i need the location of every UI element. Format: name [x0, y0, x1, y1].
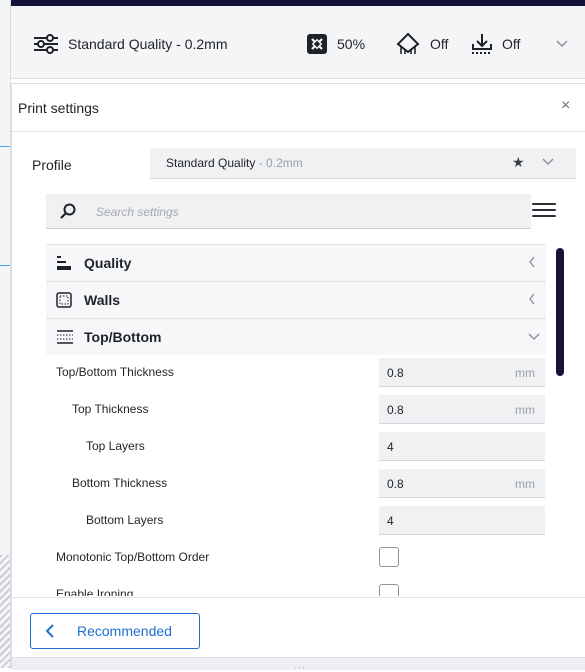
- chevron-left-icon: [528, 293, 536, 308]
- close-icon[interactable]: ×: [561, 97, 570, 115]
- star-icon[interactable]: ★: [512, 154, 525, 171]
- setting-value: 0.8: [387, 477, 404, 491]
- setting-label: Top/Bottom Thickness: [56, 365, 174, 379]
- infill-icon: [306, 33, 328, 55]
- profile-summary-label: Standard Quality - 0.2mm: [68, 36, 228, 52]
- enable-ironing-checkbox[interactable]: [379, 584, 399, 596]
- setting-enable-ironing: Enable Ironing: [46, 577, 546, 596]
- profile-summary[interactable]: Standard Quality - 0.2mm: [32, 32, 228, 56]
- setting-value: 0.8: [387, 366, 404, 380]
- recommended-button[interactable]: Recommended: [30, 613, 200, 649]
- setting-label: Top Layers: [86, 439, 145, 453]
- search-input[interactable]: [94, 202, 518, 222]
- setting-top-bottom-thickness: Top/Bottom Thickness 0.8 mm: [46, 355, 546, 391]
- settings-list[interactable]: Quality Walls Top/Bottom Top/Bottom Thic…: [46, 244, 546, 596]
- setting-top-thickness: Top Thickness 0.8 mm: [46, 392, 546, 428]
- chevron-down-icon: [528, 330, 540, 344]
- viewport-edge: [0, 0, 11, 668]
- header-expand-button[interactable]: [556, 32, 568, 56]
- infill-value: 50%: [337, 36, 366, 52]
- setting-label: Bottom Thickness: [72, 476, 168, 490]
- scrollbar[interactable]: [556, 248, 564, 376]
- top-bottom-thickness-input[interactable]: 0.8 mm: [379, 358, 545, 387]
- category-walls[interactable]: Walls: [46, 281, 546, 318]
- setting-label: Enable Ironing: [56, 587, 134, 596]
- category-top-bottom[interactable]: Top/Bottom: [46, 318, 546, 355]
- viewport-guide-line: [0, 146, 10, 147]
- setting-bottom-layers: Bottom Layers 4: [46, 503, 546, 539]
- search-settings-field[interactable]: [46, 194, 531, 229]
- adhesion-summary[interactable]: Off: [470, 32, 520, 56]
- search-icon: [60, 203, 76, 224]
- monotonic-order-checkbox[interactable]: [379, 547, 399, 567]
- support-value: Off: [430, 36, 449, 52]
- bottom-layers-input[interactable]: 4: [379, 506, 545, 535]
- setting-label: Monotonic Top/Bottom Order: [56, 550, 210, 564]
- chevron-left-icon: [528, 256, 536, 271]
- profile-dropdown[interactable]: Standard Quality - 0.2mm ★: [150, 148, 576, 179]
- setting-value: 4: [387, 440, 394, 454]
- divider: [12, 131, 585, 132]
- top-thickness-input[interactable]: 0.8 mm: [379, 395, 545, 424]
- chevron-down-icon: [542, 153, 554, 176]
- setting-top-layers: Top Layers 4: [46, 429, 546, 465]
- quality-icon: [56, 255, 72, 274]
- top-layers-input[interactable]: 4: [379, 432, 545, 461]
- print-settings-panel: Print settings × Profile Standard Qualit…: [11, 83, 585, 672]
- bottom-thickness-input[interactable]: 0.8 mm: [379, 469, 545, 498]
- chevron-left-icon: [45, 623, 55, 642]
- setting-bottom-thickness: Bottom Thickness 0.8 mm: [46, 466, 546, 502]
- sliders-icon: [32, 33, 60, 55]
- profile-name: Standard Quality - 0.2mm: [166, 156, 303, 170]
- menu-icon[interactable]: [532, 199, 556, 221]
- category-label: Quality: [84, 255, 132, 271]
- print-setup-header[interactable]: Standard Quality - 0.2mm 50% Off Off: [11, 6, 585, 79]
- setting-monotonic-order: Monotonic Top/Bottom Order: [46, 540, 546, 576]
- category-label: Top/Bottom: [84, 329, 162, 345]
- recommended-label: Recommended: [77, 623, 172, 639]
- profile-label: Profile: [32, 157, 72, 173]
- profile-name-suffix: - 0.2mm: [255, 156, 303, 170]
- support-summary[interactable]: Off: [395, 32, 448, 56]
- category-quality[interactable]: Quality: [46, 244, 546, 281]
- adhesion-icon: [470, 32, 494, 56]
- setting-unit: mm: [515, 477, 535, 491]
- support-icon: [395, 32, 421, 56]
- resize-handle[interactable]: ···: [12, 657, 585, 672]
- grip-icon: ···: [294, 662, 306, 672]
- setting-label: Bottom Layers: [86, 513, 164, 527]
- walls-icon: [56, 292, 72, 311]
- infill-summary[interactable]: 50%: [306, 32, 365, 56]
- setting-value: 4: [387, 514, 394, 528]
- profile-name-main: Standard Quality: [166, 156, 256, 170]
- divider: [12, 597, 585, 598]
- top-bottom-icon: [56, 329, 74, 348]
- setting-label: Top Thickness: [72, 402, 149, 416]
- build-plate-edge: [0, 555, 10, 668]
- setting-value: 0.8: [387, 403, 404, 417]
- viewport-guide-line: [0, 265, 10, 266]
- chevron-down-icon: [556, 40, 568, 48]
- panel-title: Print settings: [18, 100, 99, 116]
- category-label: Walls: [84, 292, 121, 308]
- setting-unit: mm: [515, 366, 535, 380]
- setting-unit: mm: [515, 403, 535, 417]
- adhesion-value: Off: [502, 36, 521, 52]
